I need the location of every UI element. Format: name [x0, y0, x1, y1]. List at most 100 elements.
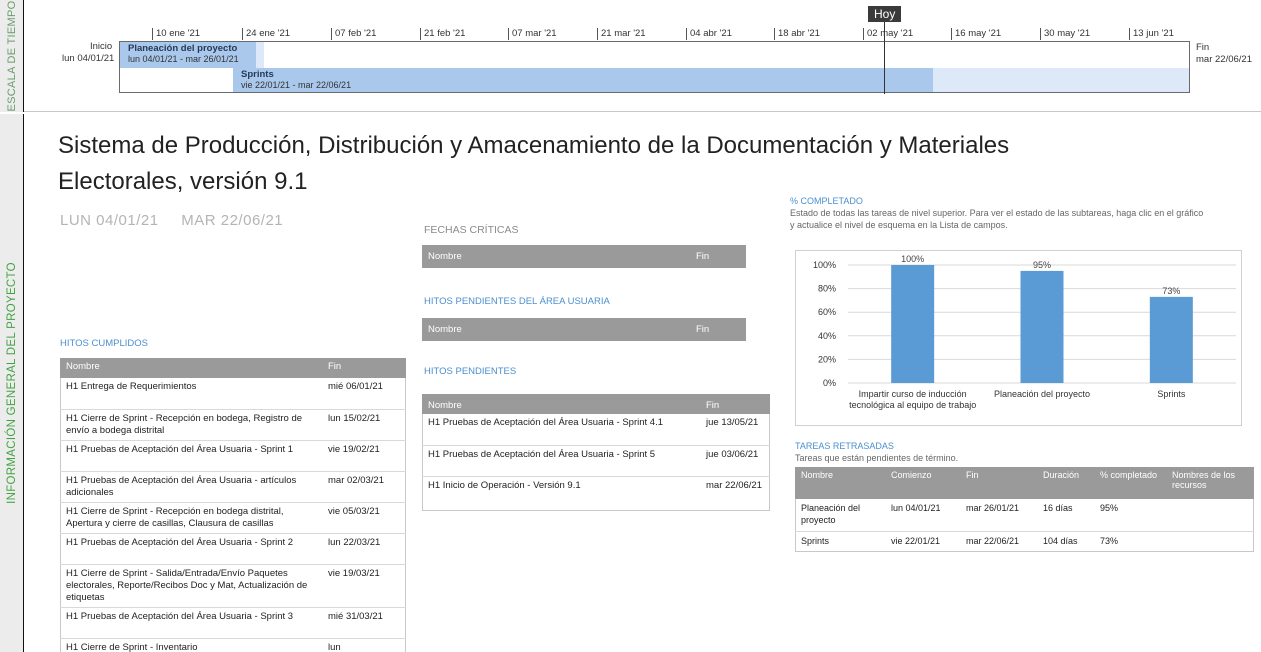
fechas-criticas-table[interactable]: Nombre Fin — [422, 245, 746, 268]
y-tick-label: 80% — [818, 284, 836, 294]
table-row[interactable]: H1 Pruebas de Aceptación del Área Usuari… — [60, 471, 406, 503]
hitos-area-usuaria-table[interactable]: Nombre Fin — [422, 318, 746, 341]
hitos-pendientes-table[interactable]: Nombre Fin H1 Pruebas de Aceptación del … — [422, 394, 770, 507]
column-header[interactable]: % completado — [1094, 467, 1166, 499]
table-cell: lun 04/01/21 — [885, 499, 960, 532]
timeline-tick: 07 feb '21 — [331, 28, 376, 40]
table-row[interactable]: H1 Pruebas de Aceptación del Área Usuari… — [60, 533, 406, 565]
table-row[interactable]: H1 Pruebas de Aceptación del Área Usuari… — [60, 440, 406, 472]
bar — [891, 265, 935, 383]
table-cell: H1 Entrega de Requerimientos — [60, 378, 322, 410]
table-cell: Sprints — [801, 535, 830, 546]
project-finish-date: MAR 22/06/21 — [181, 212, 284, 229]
timeline-tick: 21 mar '21 — [597, 28, 646, 40]
tareas-retrasadas-table[interactable]: Nombre Comienzo Fin Duración % completad… — [795, 467, 1254, 551]
data-label: 100% — [901, 254, 924, 264]
timeline-bar-sprints-remaining — [933, 68, 1189, 92]
table-cell: H1 Pruebas de Aceptación del Área Usuari… — [422, 445, 700, 477]
table-cell — [1166, 531, 1254, 551]
table-cell: vie 05/03/21 — [322, 502, 406, 534]
y-tick-label: 40% — [818, 331, 836, 341]
completado-title: % COMPLETADO — [790, 196, 863, 206]
table-cell: H1 Pruebas de Aceptación del Área Usuari… — [60, 533, 322, 565]
column-header[interactable]: Comienzo — [885, 467, 960, 499]
table-cell: 95% — [1094, 499, 1166, 532]
table-cell: H1 Cierre de Sprint - Salida/Entrada/Env… — [60, 564, 322, 608]
project-title: Sistema de Producción, Distribución y Am… — [58, 132, 1010, 195]
hitos-cumplidos-title: HITOS CUMPLIDOS — [60, 338, 148, 349]
timeline-tick: 04 abr '21 — [686, 28, 732, 40]
table-cell — [1166, 499, 1254, 532]
table-row[interactable]: H1 Cierre de Sprint - Recepción en bodeg… — [60, 502, 406, 534]
data-label: 73% — [1162, 286, 1180, 296]
table-cell: 104 días — [1043, 535, 1078, 546]
table-row[interactable]: H1 Inicio de Operación - Versión 9.1 mar … — [422, 476, 770, 507]
completado-chart[interactable]: 0% 20% 40% 60% 80% 100% 100% Impartir curso de … — [795, 250, 1242, 426]
column-header[interactable]: Nombre — [795, 467, 885, 499]
table-row[interactable]: H1 Cierre de Sprint - Salida/Entrada/Env… — [60, 564, 406, 608]
timeline-tick: 16 may '21 — [951, 28, 1001, 40]
timeline-bar-sprints[interactable]: Sprints vie 22/01/21 - mar 22/06/21 — [233, 68, 933, 92]
table-row[interactable]: H1 Entrega de Requerimientos mié 06/01/21 — [60, 378, 406, 410]
table-cell: 73% — [1100, 535, 1119, 546]
table-cell: vie 22/01/21 — [891, 535, 941, 546]
column-header[interactable]: Fin — [322, 358, 406, 378]
table-cell: lun 15/02/21 — [322, 409, 406, 441]
column-header[interactable]: Fin — [960, 467, 1037, 499]
timeline-bar-title: Sprints — [241, 69, 274, 80]
chart-svg: 0% 20% 40% 60% 80% 100% 100% Impartir curso de … — [813, 254, 1236, 410]
table-cell: mar 26/01/21 — [960, 499, 1037, 532]
column-header[interactable]: Fin — [700, 394, 770, 414]
category-label: Planeación del proyecto — [994, 389, 1090, 399]
column-header[interactable]: Nombre — [422, 318, 690, 341]
column-header[interactable]: Duración — [1037, 467, 1094, 499]
table-cell: H1 Pruebas de Aceptación del Área Usuari… — [60, 471, 322, 503]
column-header[interactable]: Nombre — [422, 245, 690, 268]
bar — [1149, 296, 1193, 383]
timeline-side-tab[interactable]: ESCALA DE TIEMPO — [0, 0, 24, 112]
category-label: tecnológica al equipo de trabajo — [849, 400, 976, 410]
column-header[interactable]: Fin — [690, 318, 746, 341]
table-cell: 16 días — [1037, 499, 1094, 532]
info-side-label: INFORMACIÓN GENERAL DEL PROYECTO — [5, 262, 18, 504]
timeline-end-date: mar 22/06/21 — [1196, 54, 1252, 65]
table-row[interactable]: H1 Pruebas de Aceptación del Área Usuari… — [60, 607, 406, 639]
timeline-side-label: ESCALA DE TIEMPO — [5, 0, 18, 112]
today-marker: Hoy — [868, 6, 902, 22]
timeline-panel: ESCALA DE TIEMPO 10 ene '21 24 ene '21 0… — [0, 0, 1261, 112]
table-cell: mié 31/03/21 — [322, 607, 406, 639]
table-row[interactable]: Planeación del proyecto lun 04/01/21 mar… — [795, 499, 1254, 532]
project-start-date: LUN 04/01/21 — [60, 212, 159, 229]
bar — [1020, 270, 1064, 383]
today-marker-line — [884, 22, 885, 94]
table-cell: H1 Cierre de Sprint - Recepción en bodeg… — [60, 502, 322, 534]
table-cell: jue 13/05/21 — [700, 414, 770, 446]
timeline-bar-planeacion[interactable]: Planeación del proyecto lun 04/01/21 - m… — [120, 42, 256, 68]
timeline-tick: 07 mar '21 — [508, 28, 557, 40]
tareas-retrasadas-subtitle: Tareas que están pendientes de término. — [795, 453, 959, 463]
column-header[interactable]: Nombre — [422, 394, 700, 414]
timeline-tick: 18 abr '21 — [774, 28, 820, 40]
fechas-criticas-title: FECHAS CRÍTICAS — [424, 224, 519, 236]
timeline-tick: 10 ene '21 — [152, 28, 200, 40]
column-header[interactable]: Nombres de los recursos — [1166, 467, 1254, 499]
hitos-cumplidos-table[interactable]: Nombre Fin H1 Entrega de Requerimientos m… — [60, 358, 406, 652]
column-header[interactable]: Nombre — [60, 358, 322, 378]
table-cell: H1 Cierre de Sprint - Inventario — [66, 641, 198, 652]
table-cell: vie 19/02/21 — [322, 440, 406, 472]
timeline-tick: 21 feb '21 — [420, 28, 465, 40]
table-cell: H1 Pruebas de Aceptación del Área Usuari… — [422, 414, 700, 446]
table-cell: mar 22/06/21 — [966, 535, 1020, 546]
column-header[interactable]: Fin — [690, 245, 746, 268]
table-cell: H1 Pruebas de Aceptación del Área Usuari… — [60, 607, 322, 639]
table-row[interactable]: H1 Pruebas de Aceptación del Área Usuari… — [422, 414, 770, 446]
timeline-area[interactable]: Planeación del proyecto lun 04/01/21 - m… — [119, 41, 1190, 93]
table-cell: H1 Inicio de Operación - Versión 9.1 — [428, 479, 581, 491]
table-row[interactable]: H1 Cierre de Sprint - Recepción en bodeg… — [60, 409, 406, 441]
timeline-end-label: Fin — [1196, 42, 1210, 53]
table-row[interactable]: Sprints vie 22/01/21 mar 22/06/21 104 dí… — [795, 531, 1254, 551]
y-tick-label: 100% — [813, 260, 836, 270]
table-row[interactable]: H1 Cierre de Sprint - Inventario lun — [60, 638, 406, 652]
table-row[interactable]: H1 Pruebas de Aceptación del Área Usuari… — [422, 445, 770, 477]
info-side-tab[interactable]: INFORMACIÓN GENERAL DEL PROYECTO — [0, 114, 24, 652]
